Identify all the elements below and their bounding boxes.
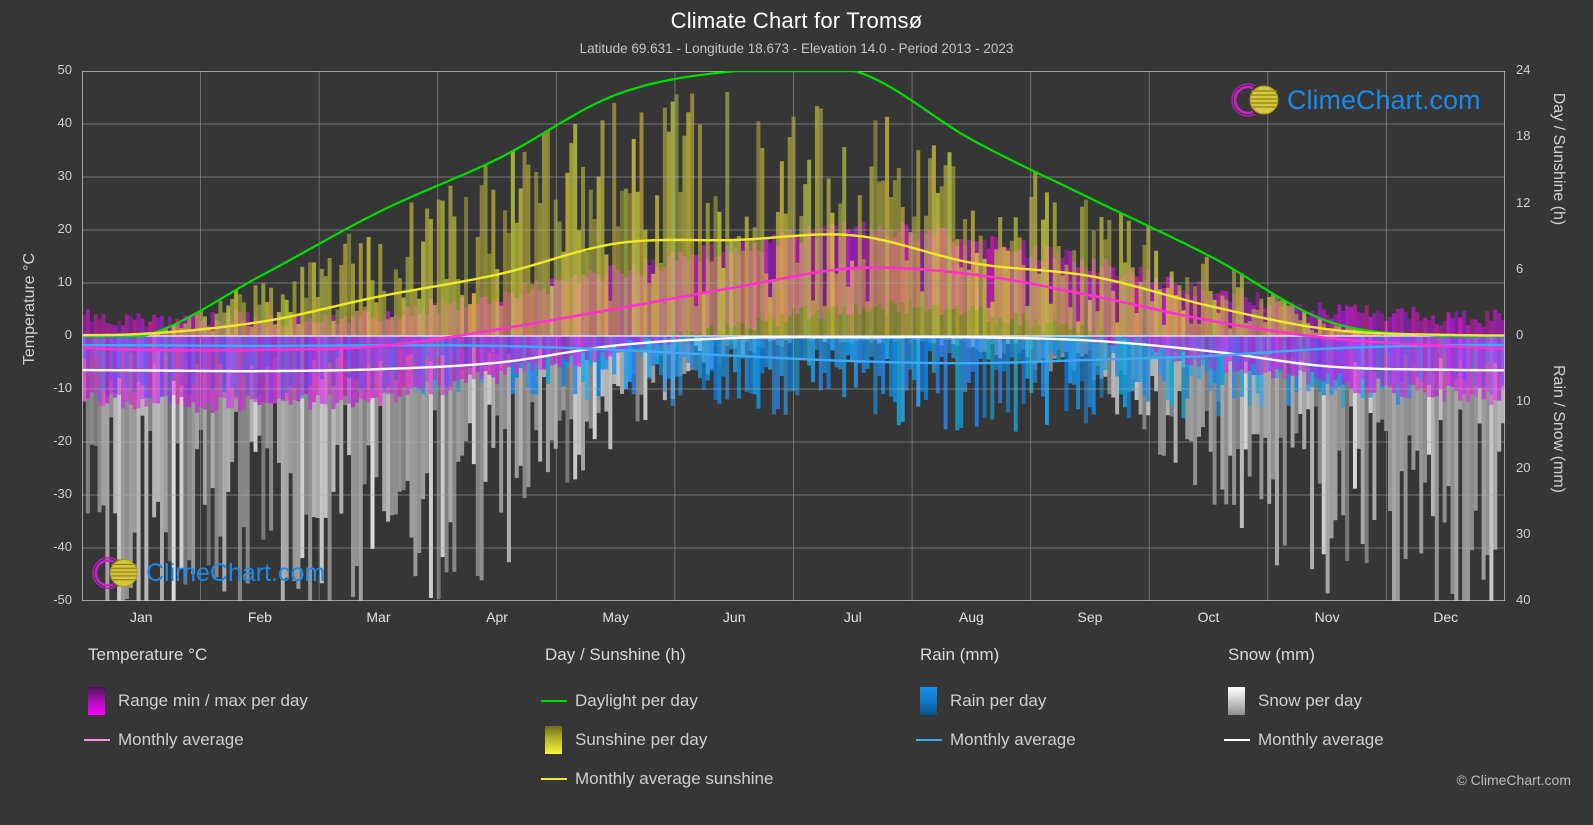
plot-svg xyxy=(82,71,1505,601)
legend-item-label: Sunshine per day xyxy=(575,729,708,749)
legend-item-label: Snow per day xyxy=(1258,690,1362,710)
x-tick-jun: Jun xyxy=(722,609,746,625)
legend-item[interactable]: Monthly average xyxy=(84,720,308,759)
legend-group-title: Snow (mm) xyxy=(1228,645,1315,664)
legend-item[interactable]: Daylight per day xyxy=(541,681,773,720)
page-title: Climate Chart for Tromsø xyxy=(670,8,923,33)
y-tick-left: 40 xyxy=(57,115,72,130)
x-tick-apr: Apr xyxy=(486,609,508,625)
legend-swatch-line xyxy=(84,738,110,741)
x-tick-jan: Jan xyxy=(129,609,153,625)
y-tick-right-mm: 40 xyxy=(1516,592,1531,607)
legend-item[interactable]: Range min / max per day xyxy=(88,681,308,720)
legend-item[interactable]: Sunshine per day xyxy=(545,720,773,759)
legend-item-label: Monthly average sunshine xyxy=(575,768,774,788)
x-tick-sep: Sep xyxy=(1077,609,1103,625)
legend-group-snow-mm: Snow (mm) Snow per day Monthly average xyxy=(1224,645,1384,759)
legend-swatch-line xyxy=(541,699,567,702)
y-axis-right-bottom-title: Rain / Snow (mm) xyxy=(1550,364,1567,494)
legend-group-title: Rain (mm) xyxy=(920,645,1000,664)
y-axis-left-title: Temperature °C xyxy=(21,252,38,366)
y-tick-left: 20 xyxy=(57,221,72,236)
y-tick-left: -30 xyxy=(53,486,72,501)
y-tick-right-hours: 18 xyxy=(1516,128,1531,144)
y-tick-left: 50 xyxy=(57,62,72,77)
x-tick-aug: Aug xyxy=(958,609,984,625)
climechart-logo-bottom: ClimeChart.com xyxy=(92,553,325,593)
legend-item-label: Rain per day xyxy=(950,690,1047,710)
y-tick-right-hours: 24 xyxy=(1516,62,1531,77)
y-tick-left: 0 xyxy=(64,327,72,342)
climechart-logo-mark xyxy=(1231,83,1279,117)
x-tick-may: May xyxy=(602,609,629,625)
legend-item-label: Monthly average xyxy=(950,729,1076,749)
y-tick-left: -20 xyxy=(53,433,72,448)
y-tick-right-mm: 30 xyxy=(1516,525,1531,541)
y-tick-right-mm: 20 xyxy=(1516,459,1531,475)
legend-swatch-gradient xyxy=(545,725,562,754)
legend-swatch-line xyxy=(541,777,567,780)
climechart-logo-mark xyxy=(92,556,138,590)
x-tick-dec: Dec xyxy=(1433,609,1459,625)
legend-swatch-line xyxy=(1224,738,1250,741)
legend-swatch-line xyxy=(916,738,942,741)
legend-item-label: Daylight per day xyxy=(575,690,698,710)
y-tick-left: 30 xyxy=(57,168,72,183)
legend-group-title: Day / Sunshine (h) xyxy=(545,645,686,664)
y-tick-right-hours: 12 xyxy=(1516,194,1531,210)
legend-item[interactable]: Rain per day xyxy=(920,681,1076,720)
legend-item[interactable]: Monthly average xyxy=(1224,720,1384,759)
y-tick-left: 10 xyxy=(57,274,72,289)
legend-group-title: Temperature °C xyxy=(88,645,208,664)
x-tick-mar: Mar xyxy=(366,609,391,625)
plot-area xyxy=(82,71,1505,601)
x-tick-jul: Jul xyxy=(843,609,862,625)
y-axis-right-top-title: Day / Sunshine (h) xyxy=(1550,92,1567,226)
legend-swatch-gradient xyxy=(1228,686,1245,715)
y-tick-left: -50 xyxy=(53,592,72,607)
climate-chart-page: Climate Chart for Tromsø Latitude 69.631… xyxy=(0,0,1593,825)
y-tick-right-hours: 6 xyxy=(1516,260,1524,276)
legend-item[interactable]: Monthly average xyxy=(916,720,1076,759)
legend-item[interactable]: Monthly average sunshine xyxy=(541,759,774,798)
page-subtitle: Latitude 69.631 - Longitude 18.673 - Ele… xyxy=(579,41,1014,56)
y-tick-right-hours: 0 xyxy=(1516,327,1524,342)
footer-credit: © ClimeChart.com xyxy=(1456,772,1571,788)
climechart-logo-text: ClimeChart.com xyxy=(146,558,326,587)
legend: Temperature °C Range min / max per day Mon… xyxy=(0,645,1593,795)
climechart-logo-text: ClimeChart.com xyxy=(1287,84,1481,115)
legend-item-label: Monthly average xyxy=(118,729,244,749)
legend-item-label: Monthly average xyxy=(1258,729,1384,749)
y-tick-left: -10 xyxy=(53,380,72,395)
legend-group-temperature-c: Temperature °C Range min / max per day Mon… xyxy=(84,645,308,759)
y-tick-left: -40 xyxy=(53,539,72,554)
legend-item[interactable]: Snow per day xyxy=(1228,681,1384,720)
legend-group-day-sunshine-h: Day / Sunshine (h) Daylight per day Sunshi… xyxy=(541,645,774,798)
legend-group-rain-mm: Rain (mm) Rain per day Monthly average xyxy=(916,645,1076,759)
legend-swatch-gradient xyxy=(920,686,937,715)
legend-item-label: Range min / max per day xyxy=(118,690,308,710)
x-tick-oct: Oct xyxy=(1197,609,1220,625)
x-tick-nov: Nov xyxy=(1314,609,1340,625)
climechart-logo-top: ClimeChart.com xyxy=(1231,80,1481,120)
x-tick-feb: Feb xyxy=(247,609,272,625)
legend-swatch-gradient xyxy=(88,686,105,715)
y-tick-right-mm: 10 xyxy=(1516,393,1531,409)
